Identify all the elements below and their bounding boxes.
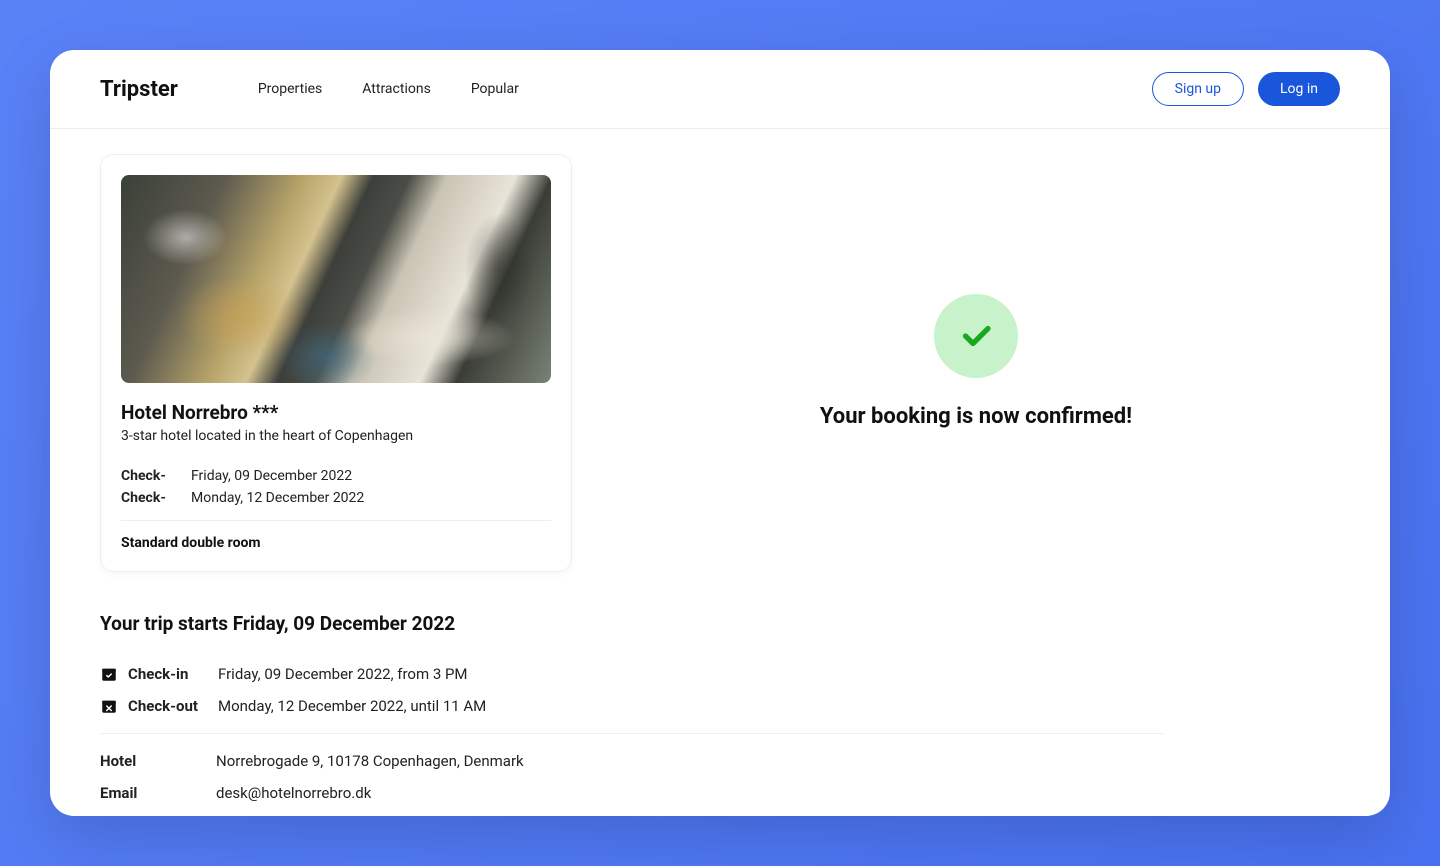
right-column: Your booking is now confirmed!: [612, 154, 1340, 816]
calendar-check-icon: [100, 665, 118, 683]
hotel-email-label: Email: [100, 784, 216, 802]
nav-popular[interactable]: Popular: [471, 81, 519, 97]
booking-summary-card: Hotel Norrebro *** 3-star hotel located …: [100, 154, 572, 572]
card-checkout-row: Check- Monday, 12 December 2022: [121, 490, 551, 506]
card-checkin-label: Check-: [121, 468, 191, 484]
hotel-address-value: Norrebrogade 9, 10178 Copenhagen, Denmar…: [216, 752, 524, 770]
hotel-image: [121, 175, 551, 383]
hotel-email-value: desk@hotelnorrebro.dk: [216, 784, 371, 802]
hotel-email-row: Email desk@hotelnorrebro.dk: [100, 784, 572, 802]
header: Tripster Properties Attractions Popular …: [50, 50, 1390, 129]
logo[interactable]: Tripster: [100, 77, 178, 102]
trip-checkin-value: Friday, 09 December 2022, from 3 PM: [218, 665, 468, 683]
nav-attractions[interactable]: Attractions: [362, 81, 431, 97]
trip-start-heading: Your trip starts Friday, 09 December 202…: [100, 612, 572, 635]
nav-properties[interactable]: Properties: [258, 81, 322, 97]
trip-checkout-value: Monday, 12 December 2022, until 11 AM: [218, 697, 486, 715]
card-checkin-row: Check- Friday, 09 December 2022: [121, 468, 551, 484]
trip-detail-rows: Check-in Friday, 09 December 2022, from …: [100, 665, 572, 715]
trip-checkin-row: Check-in Friday, 09 December 2022, from …: [100, 665, 572, 683]
confirmation-message: Your booking is now confirmed!: [820, 404, 1132, 429]
hotel-description: 3-star hotel located in the heart of Cop…: [121, 428, 551, 444]
success-circle: [934, 294, 1018, 378]
card-check-rows: Check- Friday, 09 December 2022 Check- M…: [121, 468, 551, 506]
left-column: Hotel Norrebro *** 3-star hotel located …: [100, 154, 572, 816]
trip-checkout-label: Check-out: [128, 697, 218, 715]
card-checkin-value: Friday, 09 December 2022: [191, 468, 352, 484]
main-nav: Properties Attractions Popular: [258, 81, 1152, 97]
hotel-address-row: Hotel Norrebrogade 9, 10178 Copenhagen, …: [100, 752, 572, 770]
card-checkout-value: Monday, 12 December 2022: [191, 490, 364, 506]
trip-checkin-label: Check-in: [128, 665, 218, 683]
check-icon: [958, 318, 994, 354]
login-button[interactable]: Log in: [1258, 72, 1340, 106]
hotel-name: Hotel Norrebro ***: [121, 401, 551, 424]
signup-button[interactable]: Sign up: [1152, 72, 1244, 106]
main-content: Hotel Norrebro *** 3-star hotel located …: [50, 129, 1390, 816]
auth-buttons: Sign up Log in: [1152, 72, 1340, 106]
card-divider: [121, 520, 551, 521]
room-type: Standard double room: [121, 535, 551, 551]
card-checkout-label: Check-: [121, 490, 191, 506]
calendar-x-icon: [100, 697, 118, 715]
hotel-address-label: Hotel: [100, 752, 216, 770]
trip-checkout-row: Check-out Monday, 12 December 2022, unti…: [100, 697, 572, 715]
app-container: Tripster Properties Attractions Popular …: [50, 50, 1390, 816]
